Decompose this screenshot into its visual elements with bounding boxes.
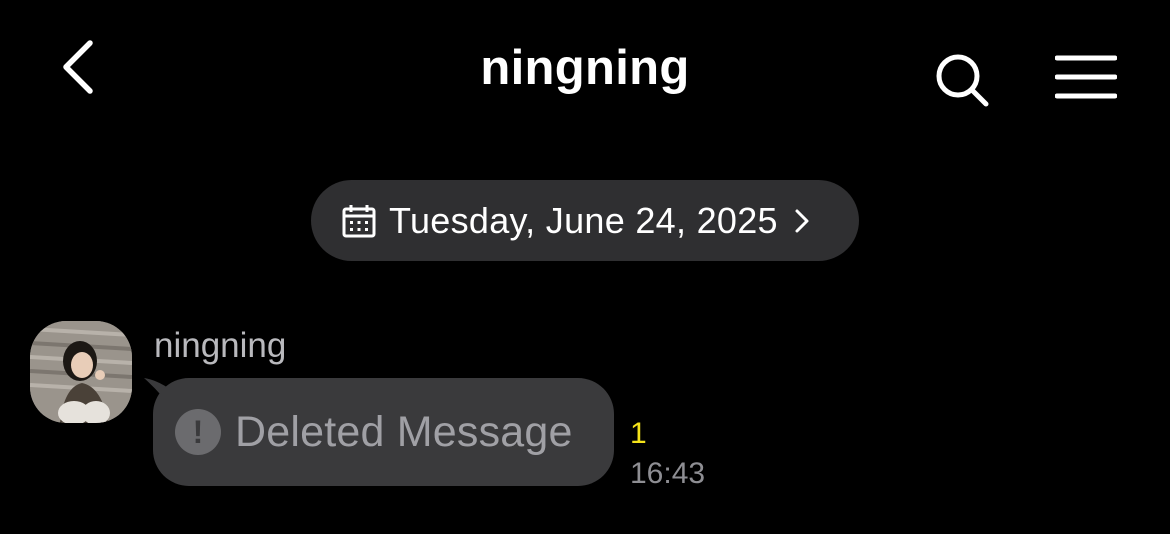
chevron-right-icon (792, 206, 812, 236)
exclamation-circle-icon: ! (175, 409, 221, 455)
chat-header: ningning (0, 0, 1170, 140)
menu-button[interactable] (1048, 46, 1124, 108)
date-separator[interactable]: Tuesday, June 24, 2025 (311, 180, 859, 261)
message-time: 16:43 (630, 457, 706, 490)
menu-icon (1055, 55, 1117, 99)
unread-count: 1 (630, 417, 647, 450)
search-icon (936, 54, 989, 107)
message-bubble[interactable]: ! Deleted Message (153, 378, 614, 486)
sender-name: ningning (154, 326, 287, 365)
calendar-icon (341, 203, 377, 239)
avatar[interactable] (30, 321, 132, 423)
back-button[interactable] (48, 34, 108, 100)
chevron-left-icon (63, 40, 93, 94)
date-label: Tuesday, June 24, 2025 (389, 199, 778, 241)
message-text: Deleted Message (235, 408, 573, 456)
search-button[interactable] (926, 48, 998, 112)
